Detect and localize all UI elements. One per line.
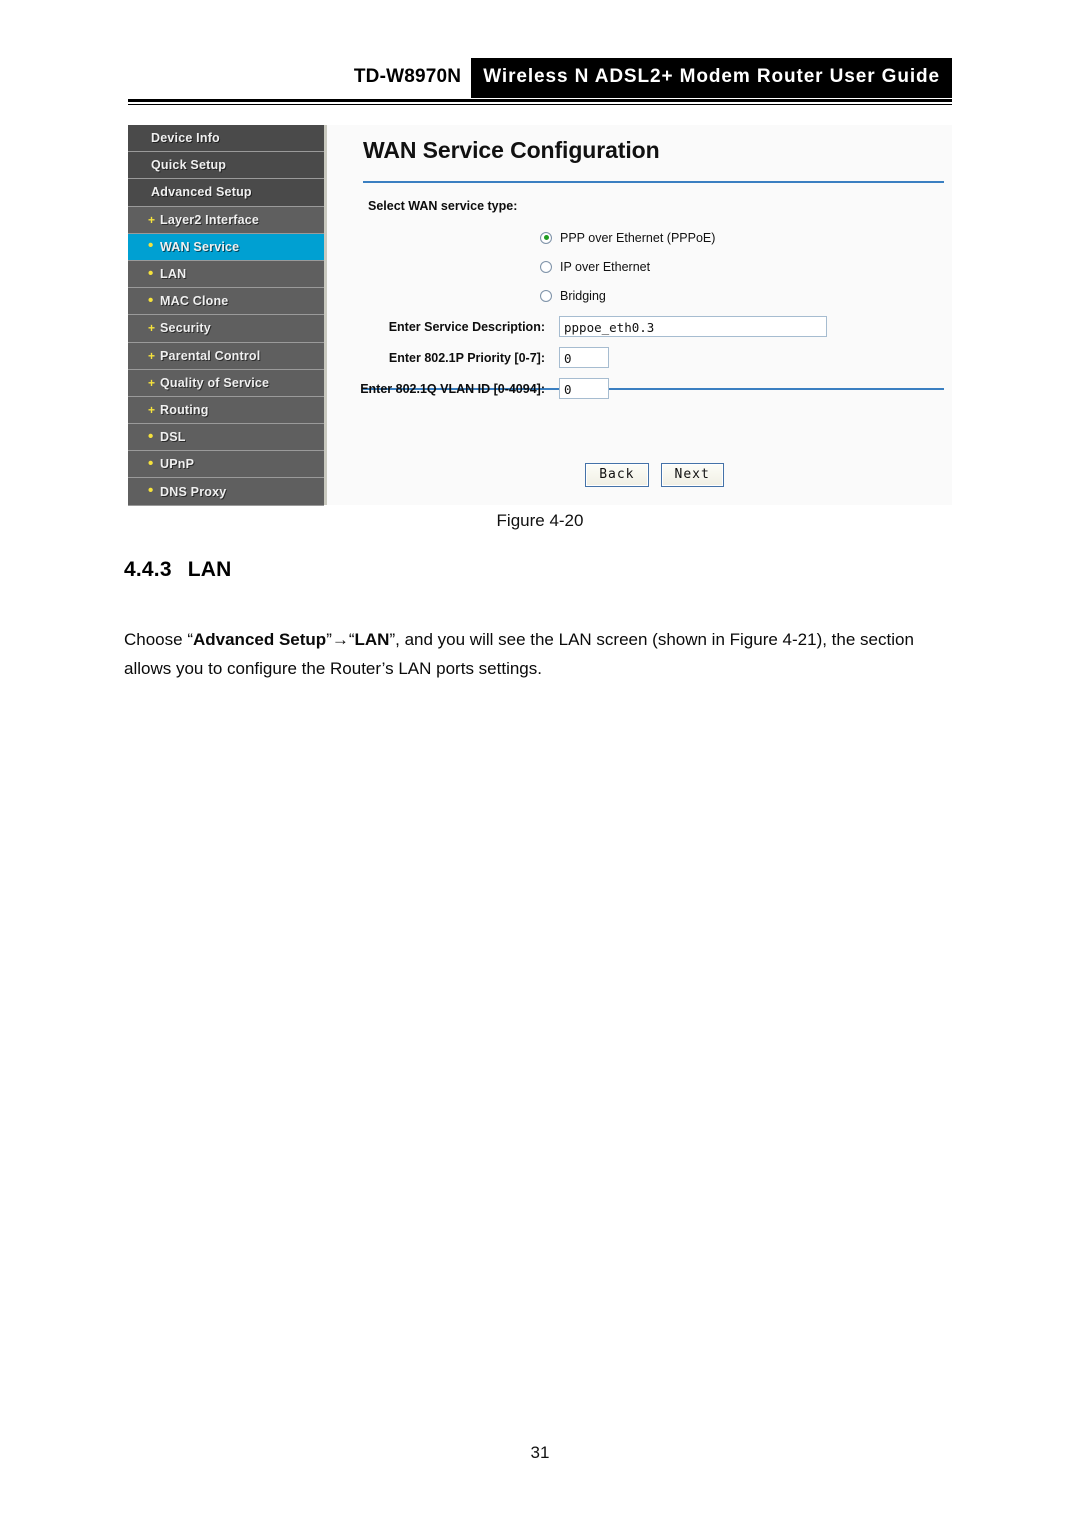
paragraph-bold-lan: LAN — [354, 630, 390, 649]
bullet-dot-icon: • — [148, 482, 154, 500]
header-rule-thick — [128, 99, 952, 102]
bullet-dot-icon: • — [148, 454, 154, 472]
header-rule-thin — [128, 104, 952, 105]
radio-option-row[interactable]: Bridging — [540, 281, 715, 310]
page-number: 31 — [530, 1443, 550, 1462]
bullet-dot-icon: • — [148, 264, 154, 282]
bullet-dot-icon: • — [148, 427, 154, 445]
bullet-dot-icon: • — [148, 237, 154, 255]
sidebar-item-parental-control[interactable]: + Parental Control — [128, 342, 324, 370]
figure-caption: Figure 4-20 — [496, 511, 584, 530]
sidebar-item-label: MAC Clone — [160, 294, 229, 309]
radio-option-row[interactable]: IP over Ethernet — [540, 252, 715, 281]
sidebar-item-wan-service[interactable]: • WAN Service — [128, 233, 324, 261]
sidebar-item-label: Quick Setup — [151, 158, 227, 173]
sidebar-item-label: Device Info — [151, 131, 220, 146]
sidebar-item-layer2-interface[interactable]: + Layer2 Interface — [128, 206, 324, 234]
radio-unselected-icon[interactable] — [540, 260, 552, 273]
sidebar-item-upnp[interactable]: • UPnP — [128, 451, 324, 479]
wan-service-form: Select WAN service type: PPP over Ethern… — [327, 183, 952, 399]
radio-selected-icon[interactable] — [540, 231, 552, 244]
select-wan-service-type-label: Select WAN service type: — [368, 199, 518, 213]
sidebar-item-quality-of-service[interactable]: + Quality of Service — [128, 369, 324, 397]
sidebar-item-label: Quality of Service — [160, 375, 270, 390]
radio-unselected-icon[interactable] — [540, 289, 552, 302]
radio-option-row[interactable]: PPP over Ethernet (PPPoE) — [540, 223, 715, 252]
sidebar-item-label: DSL — [160, 430, 186, 445]
sidebar-item-lan[interactable]: • LAN — [128, 260, 324, 289]
sidebar-item-label: Layer2 Interface — [160, 212, 260, 227]
bullet-dot-icon: • — [148, 291, 154, 309]
expand-plus-icon: + — [148, 321, 156, 336]
form-field-label: Enter 802.1Q VLAN ID [0-4094]: — [360, 381, 545, 396]
sidebar-item-label: Security — [160, 321, 211, 336]
paragraph-part-2: ”→“ — [326, 630, 355, 649]
form-field-label: Enter 802.1P Priority [0-7]: — [388, 350, 545, 365]
back-button[interactable]: Back — [585, 463, 649, 487]
form-field-row: Enter 802.1Q VLAN ID [0-4094]: 0 — [327, 373, 952, 404]
expand-plus-icon: + — [148, 212, 156, 227]
sidebar-item-label: Parental Control — [160, 348, 261, 363]
sidebar-item-mac-clone[interactable]: • MAC Clone — [128, 288, 324, 316]
body-paragraph: Choose “Advanced Setup”→“LAN”, and you w… — [124, 625, 956, 683]
section-number: 4.4.3 — [124, 558, 172, 581]
text-input[interactable]: 0 — [559, 378, 609, 399]
form-field-label: Enter Service Description: — [388, 319, 545, 334]
header-guide-title: Wireless N ADSL2+ Modem Router User Guid… — [471, 58, 952, 98]
header-inner: TD-W8970N Wireless N ADSL2+ Modem Router… — [354, 58, 952, 98]
sidebar-item-quick-setup[interactable]: Quick Setup — [128, 152, 324, 180]
sidebar-item-device-info[interactable]: Device Info — [128, 125, 324, 153]
section-heading: 4.4.3 LAN — [124, 558, 231, 582]
paragraph-bold-advanced-setup: Advanced Setup — [192, 630, 327, 649]
page-title: WAN Service Configuration — [363, 137, 660, 163]
radio-option-label: IP over Ethernet — [560, 259, 651, 274]
sidebar-item-label: UPnP — [160, 457, 195, 472]
text-input[interactable]: pppoe_eth0.3 — [559, 316, 827, 337]
sidebar-item-dsl[interactable]: • DSL — [128, 424, 324, 452]
radio-option-label: Bridging — [560, 288, 606, 303]
sidebar-item-label: Routing — [160, 402, 209, 417]
form-button-bar: Back Next — [327, 463, 952, 487]
sidebar-item-label: WAN Service — [160, 239, 240, 254]
router-web-ui-screenshot: Device Info Quick Setup Advanced Setup + Lay… — [128, 125, 952, 506]
router-content-panel: WAN Service Configuration Select WAN ser… — [327, 125, 952, 505]
radio-option-label: PPP over Ethernet (PPPoE) — [560, 230, 716, 245]
form-field-row: Enter Service Description: pppoe_eth0.3 — [327, 311, 952, 342]
header-model-name: TD-W8970N — [353, 66, 462, 87]
paragraph-part-1: Choose “ — [124, 630, 193, 649]
sidebar-item-advanced-setup[interactable]: Advanced Setup — [128, 179, 324, 207]
sidebar-item-dns-proxy[interactable]: • DNS Proxy — [128, 478, 324, 506]
sidebar-item-label: Advanced Setup — [151, 185, 252, 200]
wan-service-type-radio-group: PPP over Ethernet (PPPoE) IP over Etherne… — [540, 223, 715, 310]
form-field-row: Enter 802.1P Priority [0-7]: 0 — [327, 342, 952, 373]
sidebar-item-label: DNS Proxy — [160, 484, 227, 499]
section-title: LAN — [187, 558, 232, 581]
next-button[interactable]: Next — [660, 463, 724, 487]
sidebar-item-routing[interactable]: + Routing — [128, 396, 324, 425]
text-input[interactable]: 0 — [559, 347, 609, 368]
expand-plus-icon: + — [148, 348, 156, 363]
page-header: TD-W8970N Wireless N ADSL2+ Modem Router… — [0, 58, 1080, 104]
expand-plus-icon: + — [148, 402, 156, 417]
router-sidebar-nav: Device Info Quick Setup Advanced Setup + Lay… — [128, 125, 327, 506]
sidebar-item-security[interactable]: + Security — [128, 315, 324, 343]
wan-service-field-list: Enter Service Description: pppoe_eth0.3 En… — [327, 311, 952, 404]
sidebar-item-label: LAN — [160, 267, 187, 282]
expand-plus-icon: + — [148, 375, 156, 390]
